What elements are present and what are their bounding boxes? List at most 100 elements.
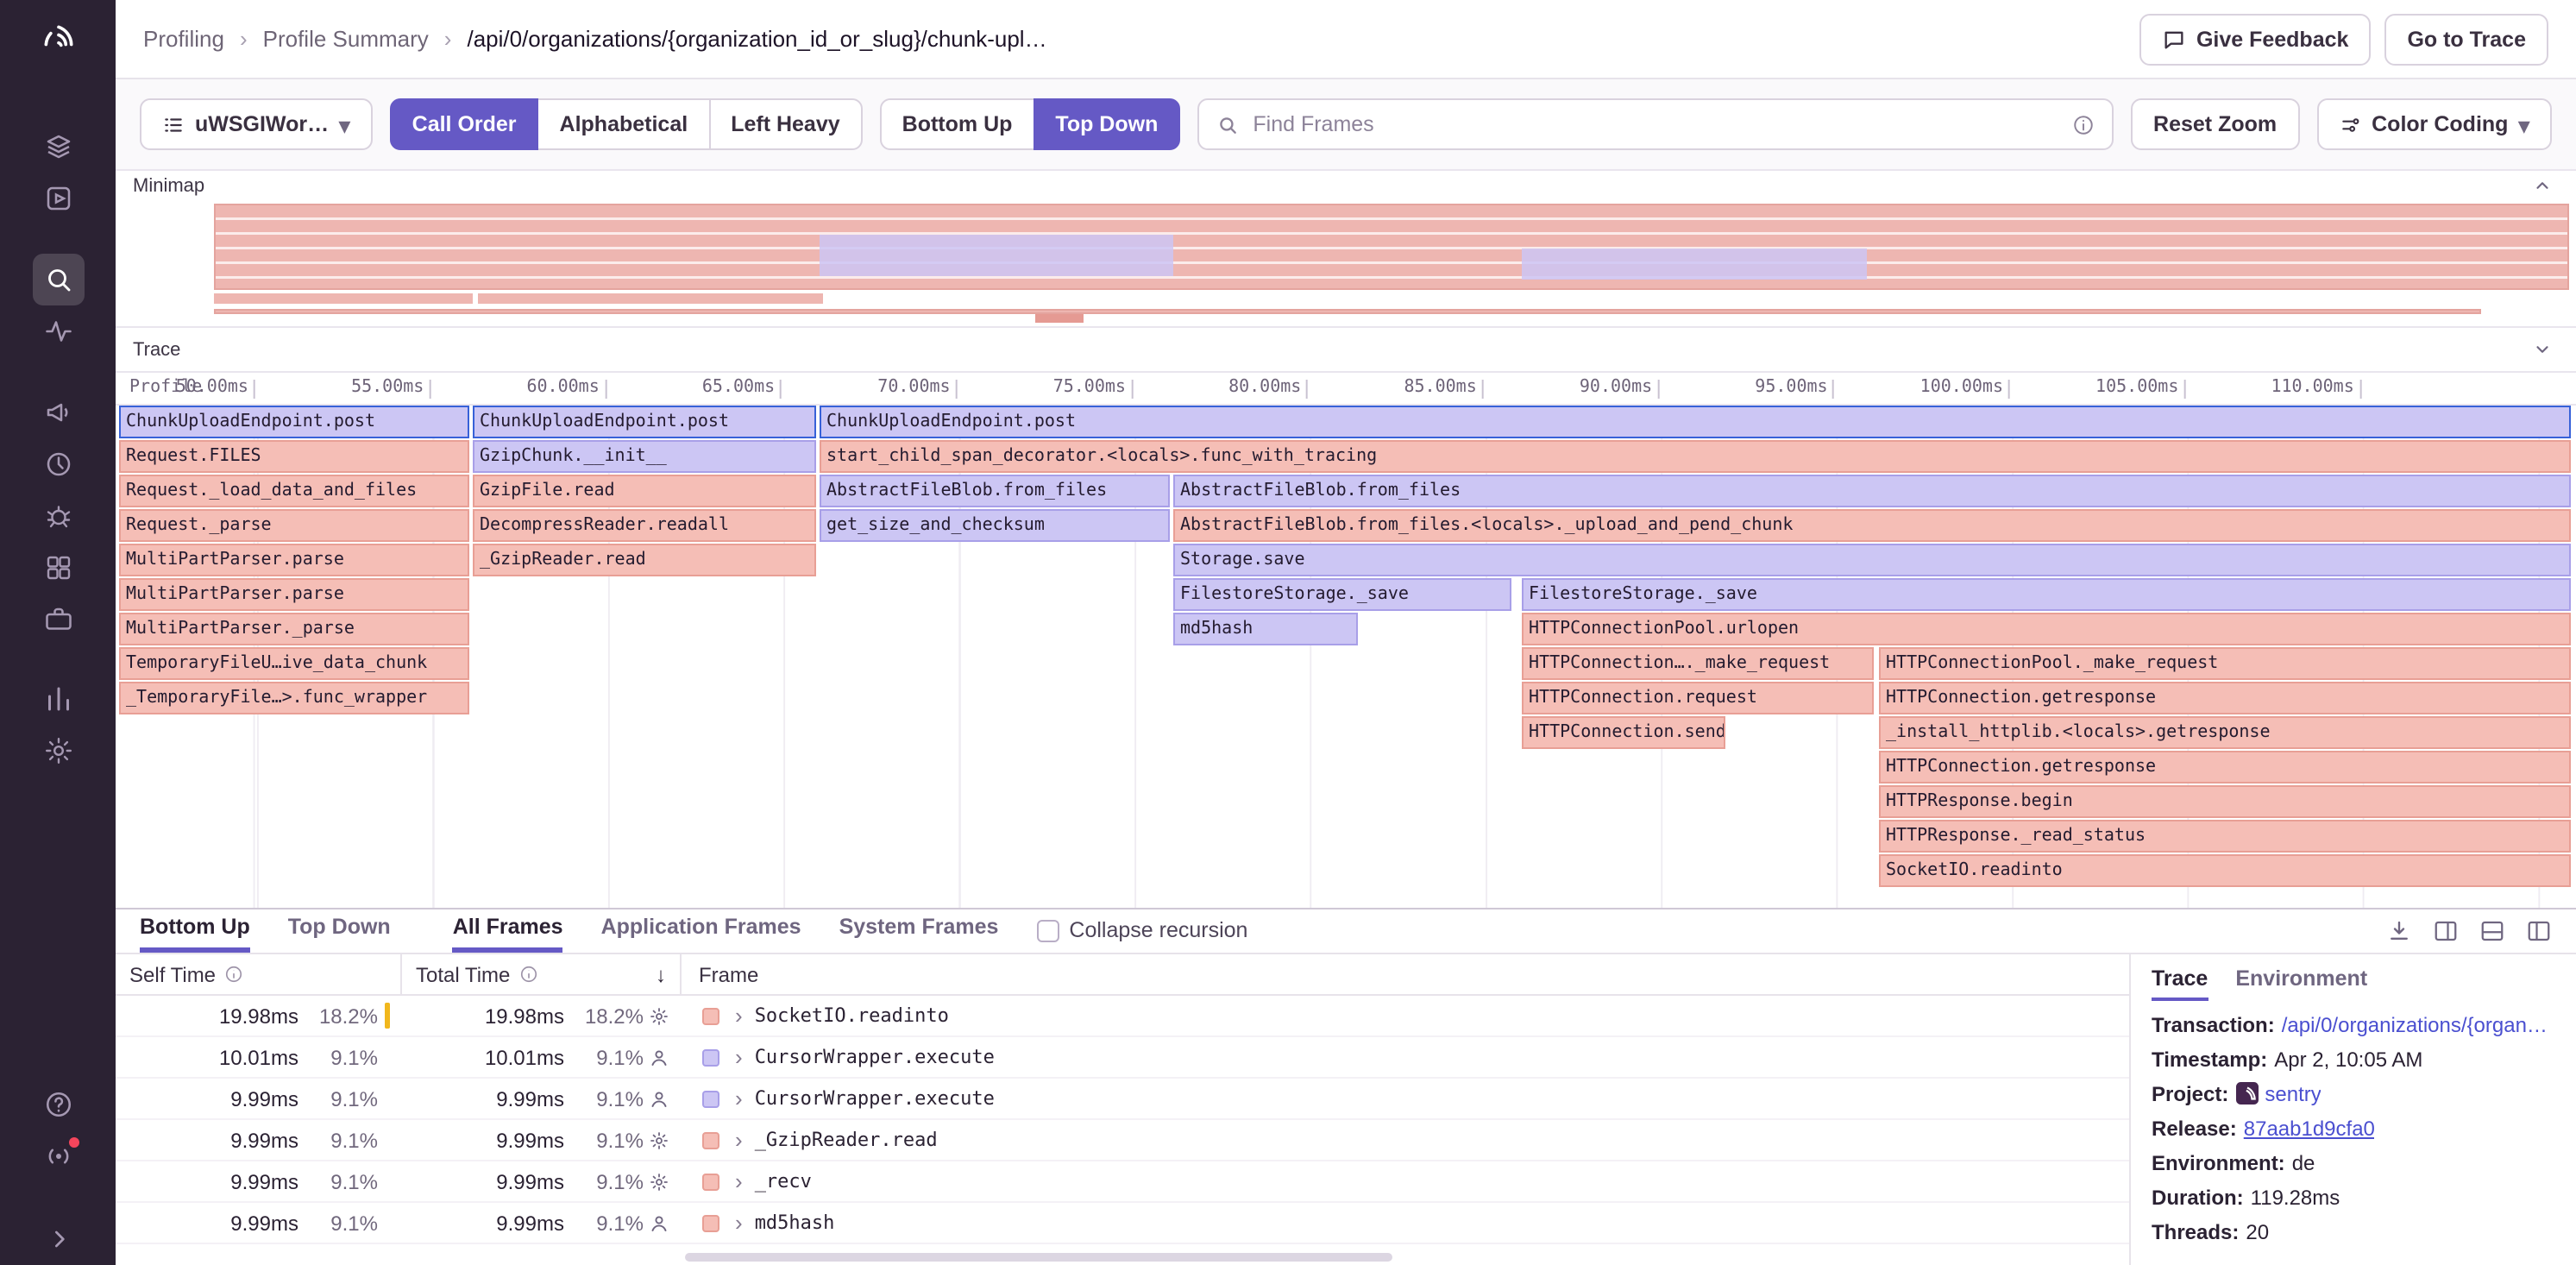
flame-frame[interactable]: AbstractFileBlob.from_files.<locals>._up… [1173,509,2571,542]
flame-frame[interactable]: HTTPConnectionPool.urlopen [1522,613,2571,645]
layout-split-right-icon[interactable] [2526,918,2552,944]
table-row[interactable]: 9.99ms9.1%9.99ms9.1%›CursorWrapper.execu… [116,1079,2129,1120]
flame-frame[interactable]: start_child_span_decorator.<locals>.func… [820,440,2571,473]
tab-all-frames[interactable]: All Frames [453,915,563,953]
collapse-recursion-control[interactable]: Collapse recursion [1036,918,1247,953]
flame-frame[interactable]: ChunkUploadEndpoint.post [473,406,816,438]
sort-left-heavy-button[interactable]: Left Heavy [708,98,862,150]
briefcase-icon[interactable] [32,594,84,645]
flame-frame[interactable]: MultiPartParser.parse [119,544,469,576]
expand-chevron-icon[interactable]: › [735,1129,743,1151]
layout-split-left-icon[interactable] [2433,918,2459,944]
flame-frame[interactable]: Request._parse [119,509,469,542]
minimap[interactable] [116,200,2576,326]
go-to-trace-button[interactable]: Go to Trace [2384,13,2548,65]
trace-collapse-icon[interactable] [2533,340,2552,359]
breadcrumb-profile-summary[interactable]: Profile Summary [263,26,429,52]
tab-environment-details[interactable]: Environment [2235,966,2367,1001]
give-feedback-button[interactable]: Give Feedback [2139,13,2372,65]
detail-link[interactable]: 87aab1d9cfa0 [2244,1114,2375,1142]
flame-frame[interactable]: HTTPConnection…._make_request [1522,647,1874,680]
alerts-icon[interactable] [32,305,84,357]
dashboards-icon[interactable] [32,673,84,725]
collapse-icon[interactable] [32,1213,84,1265]
tab-top-down[interactable]: Top Down [288,915,391,953]
thread-selector[interactable]: uWSGIWor… ▾ [140,98,373,150]
whats-new-icon[interactable] [32,1130,84,1182]
column-frame[interactable]: Frame [682,954,2129,994]
expand-chevron-icon[interactable]: › [735,1004,743,1027]
flame-frame[interactable]: md5hash [1173,613,1358,645]
flame-frame[interactable]: Request.FILES [119,440,469,473]
tab-trace-details[interactable]: Trace [2152,966,2208,1001]
layout-split-bottom-icon[interactable] [2479,918,2505,944]
flame-frame[interactable]: TemporaryFileU…ive_data_chunk [119,647,469,680]
breadcrumb-profiling[interactable]: Profiling [143,26,224,52]
flame-frame[interactable]: DecompressReader.readall [473,509,816,542]
help-icon[interactable] [32,1079,84,1130]
flame-frame[interactable]: FilestoreStorage._save [1173,578,1511,611]
replays-icon[interactable] [32,438,84,490]
search-info-icon[interactable] [2072,113,2095,135]
flame-frame[interactable]: SocketIO.readinto [1879,854,2571,887]
sort-descending-icon[interactable]: ↓ [656,962,666,986]
sentry-logo[interactable] [32,14,84,66]
flame-frame[interactable]: HTTPConnection.getresponse [1879,751,2571,784]
flame-frame[interactable]: GzipFile.read [473,475,816,507]
flame-frame[interactable]: AbstractFileBlob.from_files [1173,475,2571,507]
reset-zoom-button[interactable]: Reset Zoom [2131,98,2299,150]
flame-frame[interactable]: FilestoreStorage._save [1522,578,2571,611]
flame-frame[interactable]: HTTPConnectionPool._make_request [1879,647,2571,680]
table-row[interactable]: 9.99ms9.1%9.99ms9.1%›_recv [116,1161,2129,1203]
flame-frame[interactable]: MultiPartParser._parse [119,613,469,645]
settings-icon[interactable] [32,725,84,777]
flame-frame[interactable]: _GzipReader.read [473,544,816,576]
tab-system-frames[interactable]: System Frames [839,915,999,953]
column-total-time[interactable]: Total Time ↓ [402,954,682,994]
color-coding-button[interactable]: Color Coding ▾ [2316,98,2552,150]
sort-alphabetical-button[interactable]: Alphabetical [537,98,711,150]
expand-chevron-icon[interactable]: › [735,1087,743,1110]
find-frames-search[interactable] [1197,98,2114,150]
megaphone-icon[interactable] [32,387,84,438]
detail-link[interactable]: sentry [2265,1079,2321,1108]
search-icon[interactable] [32,254,84,305]
flame-frame[interactable]: get_size_and_checksum [820,509,1170,542]
expand-chevron-icon[interactable]: › [735,1170,743,1193]
minimap-collapse-icon[interactable] [2533,176,2552,195]
tab-application-frames[interactable]: Application Frames [601,915,801,953]
projects-icon[interactable] [32,173,84,224]
issues-icon[interactable] [32,121,84,173]
table-row[interactable]: 9.99ms9.1%9.99ms9.1%›md5hash [116,1203,2129,1244]
table-row[interactable]: 10.01ms9.1%10.01ms9.1%›CursorWrapper.exe… [116,1037,2129,1079]
detail-link[interactable]: /api/0/organizations/{organ… [2282,1010,2548,1039]
flame-frame[interactable]: HTTPConnection.request [1522,682,1874,714]
table-row[interactable]: 19.98ms18.2%19.98ms18.2%›SocketIO.readin… [116,996,2129,1037]
flame-frame[interactable]: HTTPResponse._read_status [1879,820,2571,853]
find-frames-input[interactable] [1253,112,2058,136]
flame-frame[interactable]: MultiPartParser.parse [119,578,469,611]
flame-frame[interactable]: ChunkUploadEndpoint.post [119,406,469,438]
column-self-time[interactable]: Self Time [116,954,402,994]
flame-frame[interactable]: GzipChunk.__init__ [473,440,816,473]
flame-frame[interactable]: HTTPConnection.send [1522,716,1725,749]
flamegraph[interactable]: ChunkUploadEndpoint.postChunkUploadEndpo… [116,406,2576,908]
expand-chevron-icon[interactable]: › [735,1212,743,1234]
horizontal-scrollbar[interactable] [685,1253,1392,1262]
flame-frame[interactable]: _install_httplib.<locals>.getresponse [1879,716,2571,749]
collapse-recursion-checkbox[interactable] [1036,919,1059,941]
download-icon[interactable] [2386,918,2412,944]
flame-frame[interactable]: Storage.save [1173,544,2571,576]
table-row[interactable]: 9.99ms9.1%9.99ms9.1%›_GzipReader.read [116,1120,2129,1161]
flame-frame[interactable]: HTTPResponse.begin [1879,785,2571,818]
direction-top-down-button[interactable]: Top Down [1033,98,1180,150]
sort-call-order-button[interactable]: Call Order [390,98,539,150]
flame-frame[interactable]: Request._load_data_and_files [119,475,469,507]
insights-icon[interactable] [32,542,84,594]
bug-icon[interactable] [32,490,84,542]
flame-frame[interactable]: HTTPConnection.getresponse [1879,682,2571,714]
flame-frame[interactable]: _TemporaryFile…>.func_wrapper [119,682,469,714]
tab-bottom-up[interactable]: Bottom Up [140,915,250,953]
direction-bottom-up-button[interactable]: Bottom Up [880,98,1035,150]
expand-chevron-icon[interactable]: › [735,1046,743,1068]
